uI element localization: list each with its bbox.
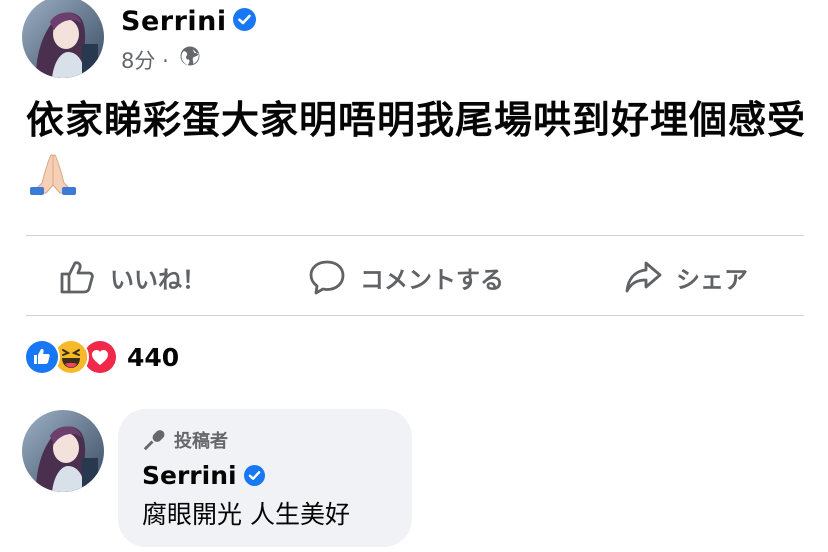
comment-author-name[interactable]: Serrini: [142, 459, 265, 493]
like-button[interactable]: いいね！: [58, 252, 206, 302]
like-label: いいね！: [110, 265, 206, 294]
post-body: 依家睇彩蛋大家明唔明我尾場哄到好埋個感受: [26, 92, 816, 210]
comment-button[interactable]: コメントする: [308, 252, 504, 302]
comment-text: 腐眼開光 人生美好: [142, 500, 350, 529]
post-meta: 8分 ·: [121, 46, 201, 77]
post-author-avatar[interactable]: [22, 0, 104, 78]
comment-label: コメントする: [360, 265, 504, 294]
divider-bottom: [26, 315, 804, 316]
author-name-text[interactable]: Serrini: [121, 6, 227, 37]
reaction-summary[interactable]: 440: [24, 339, 179, 375]
share-icon: [625, 261, 662, 293]
folded-hands-emoji: [28, 149, 78, 210]
thumbs-up-icon: [60, 261, 94, 294]
comment-bubble[interactable]: 投稿者 Serrini 腐眼開光 人生美好: [118, 409, 412, 547]
verified-badge-icon: [243, 464, 265, 486]
post-author-name[interactable]: Serrini: [121, 4, 256, 40]
share-label: シェア: [676, 265, 748, 294]
microphone-icon: [143, 430, 165, 451]
globe-icon: [179, 45, 201, 75]
post-text: 依家睇彩蛋大家明唔明我尾場哄到好埋個感受: [26, 98, 807, 142]
avatar-image: [22, 0, 104, 78]
post-time[interactable]: 8分: [121, 49, 155, 73]
comment-author-text[interactable]: Serrini: [142, 461, 237, 490]
like-reaction-icon: [24, 339, 60, 375]
author-badge: 投稿者: [142, 427, 228, 453]
divider-top: [26, 235, 804, 236]
share-button[interactable]: シェア: [624, 252, 748, 302]
comment-icon: [309, 260, 345, 295]
verified-badge-icon: [232, 8, 256, 31]
author-badge-label: 投稿者: [174, 431, 228, 452]
comment-author-avatar[interactable]: [22, 410, 104, 492]
meta-separator: ·: [162, 49, 169, 73]
reaction-count[interactable]: 440: [127, 343, 179, 372]
avatar-image: [22, 410, 104, 492]
